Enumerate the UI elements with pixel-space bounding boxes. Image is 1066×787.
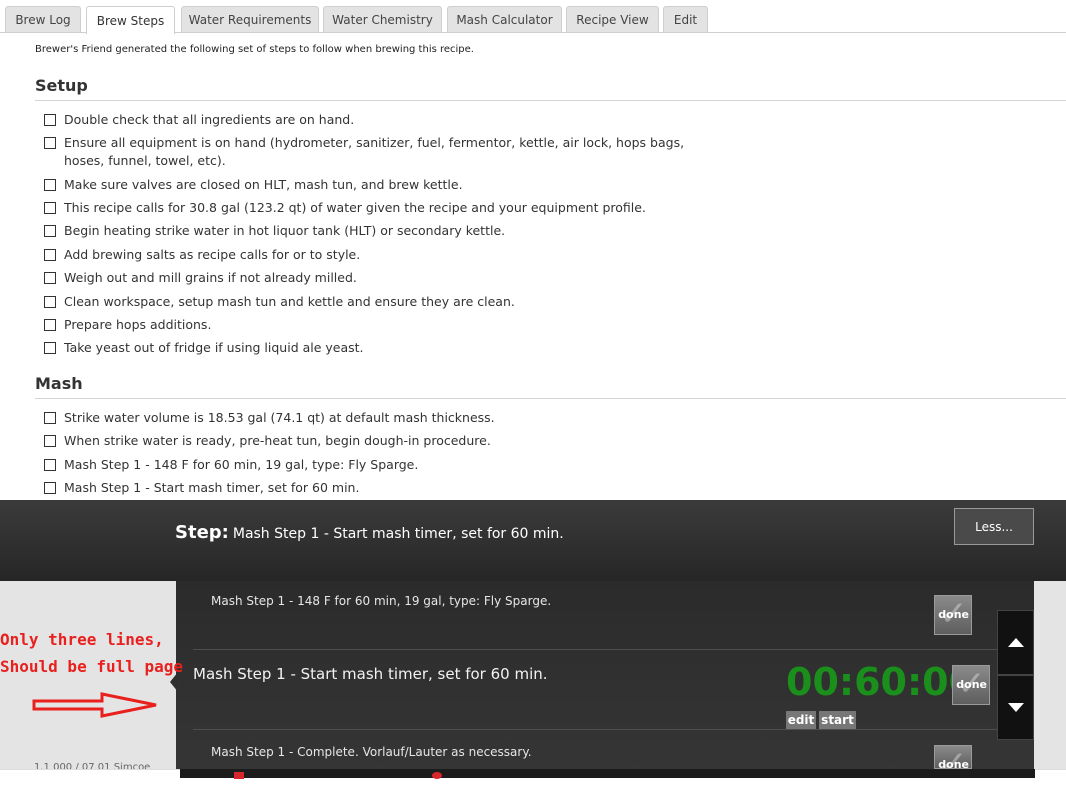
- step-item: Begin heating strike water in hot liquor…: [44, 222, 714, 240]
- tab-edit[interactable]: Edit: [663, 6, 708, 33]
- step-checkbox[interactable]: [44, 459, 56, 471]
- tab-bar: Brew Log Brew Steps Water Requirements W…: [0, 0, 1066, 34]
- step-text: Begin heating strike water in hot liquor…: [64, 223, 506, 238]
- step-banner-text: Mash Step 1 - Start mash timer, set for …: [232, 526, 564, 542]
- section-divider: [35, 100, 1066, 101]
- step-item: This recipe calls for 30.8 gal (123.2 qt…: [44, 199, 714, 217]
- done-label: done: [938, 758, 969, 769]
- annotation-line-1: Only three lines,: [0, 630, 164, 649]
- app-icon[interactable]: [432, 772, 442, 779]
- step-label: Step:: [175, 522, 229, 543]
- step-item: Prepare hops additions.: [44, 316, 714, 334]
- step-item: Add brewing salts as recipe calls for or…: [44, 246, 714, 264]
- step-checkbox[interactable]: [44, 482, 56, 494]
- arrow-up-icon: [1007, 638, 1024, 647]
- step-text: Prepare hops additions.: [64, 317, 212, 332]
- step-divider: [193, 729, 1031, 730]
- arrow-right-icon: [32, 692, 157, 718]
- previous-step: Mash Step 1 - 148 F for 60 min, 19 gal, …: [211, 594, 552, 608]
- step-checkbox[interactable]: [44, 296, 56, 308]
- step-item: Clean workspace, setup mash tun and kett…: [44, 293, 714, 311]
- next-step: Mash Step 1 - Complete. Vorlauf/Lauter a…: [211, 745, 532, 759]
- next-step-button[interactable]: [997, 675, 1034, 740]
- step-checkbox[interactable]: [44, 319, 56, 331]
- tab-brew-log[interactable]: Brew Log: [5, 6, 81, 33]
- start-timer-button[interactable]: start: [819, 711, 856, 729]
- step-item: Weigh out and mill grains if not already…: [44, 269, 714, 287]
- step-text: Take yeast out of fridge if using liquid…: [64, 340, 364, 355]
- step-text: Double check that all ingredients are on…: [64, 112, 355, 127]
- step-checkbox[interactable]: [44, 114, 56, 126]
- step-item: Ensure all equipment is on hand (hydrome…: [44, 134, 714, 170]
- step-text: Mash Step 1 - Start mash timer, set for …: [64, 480, 360, 495]
- step-checkbox[interactable]: [44, 272, 56, 284]
- step-item: Strike water volume is 18.53 gal (74.1 q…: [44, 409, 714, 427]
- tab-recipe-view[interactable]: Recipe View: [566, 6, 659, 33]
- mash-timer: 00:60:00: [786, 660, 976, 704]
- step-checkbox[interactable]: [44, 249, 56, 261]
- step-item: Mash Step 1 - Start mash timer, set for …: [44, 479, 714, 497]
- intro-text: Brewer's Friend generated the following …: [35, 44, 474, 55]
- step-text: Ensure all equipment is on hand (hydrome…: [64, 135, 685, 168]
- app-icon[interactable]: [234, 772, 244, 779]
- step-text: Make sure valves are closed on HLT, mash…: [64, 177, 463, 192]
- step-item: Mash Step 1 - 148 F for 60 min, 19 gal, …: [44, 456, 714, 474]
- step-text: Clean workspace, setup mash tun and kett…: [64, 294, 515, 309]
- step-checkbox[interactable]: [44, 435, 56, 447]
- current-step: Mash Step 1 - Start mash timer, set for …: [193, 665, 548, 683]
- step-divider: [193, 649, 1031, 650]
- step-text: Strike water volume is 18.53 gal (74.1 q…: [64, 410, 495, 425]
- step-checkbox[interactable]: [44, 412, 56, 424]
- tab-mash-calculator[interactable]: Mash Calculator: [447, 6, 562, 33]
- step-text: This recipe calls for 30.8 gal (123.2 qt…: [64, 200, 646, 215]
- previous-step-button[interactable]: [997, 610, 1034, 675]
- step-item: Take yeast out of fridge if using liquid…: [44, 339, 714, 357]
- step-checkbox[interactable]: [44, 342, 56, 354]
- taskbar-strip: [180, 769, 1035, 778]
- step-text: Mash Step 1 - 148 F for 60 min, 19 gal, …: [64, 457, 419, 472]
- step-checkbox[interactable]: [44, 225, 56, 237]
- step-item: Make sure valves are closed on HLT, mash…: [44, 176, 714, 194]
- tab-water-chemistry[interactable]: Water Chemistry: [323, 6, 442, 33]
- right-margin: [1034, 581, 1066, 769]
- step-checkbox[interactable]: [44, 179, 56, 191]
- done-label: done: [938, 608, 969, 621]
- edit-timer-button[interactable]: edit: [786, 711, 816, 729]
- annotation-line-2: Should be full page: [0, 657, 184, 676]
- step-text: Weigh out and mill grains if not already…: [64, 270, 357, 285]
- step-checkbox[interactable]: [44, 202, 56, 214]
- current-step-banner: Step: Mash Step 1 - Start mash timer, set…: [175, 522, 564, 543]
- done-label: done: [956, 678, 987, 691]
- step-text: When strike water is ready, pre-heat tun…: [64, 433, 491, 448]
- done-button-next[interactable]: ✓ done: [934, 745, 972, 769]
- less-button[interactable]: Less...: [954, 508, 1034, 545]
- step-text: Add brewing salts as recipe calls for or…: [64, 247, 361, 262]
- section-title-setup: Setup: [35, 76, 88, 95]
- done-button-previous[interactable]: ✓ done: [934, 595, 972, 635]
- done-button-current[interactable]: ✓ done: [952, 665, 990, 705]
- tab-water-requirements[interactable]: Water Requirements: [181, 6, 319, 33]
- section-title-mash: Mash: [35, 374, 83, 393]
- step-checkbox[interactable]: [44, 137, 56, 149]
- step-item: Double check that all ingredients are on…: [44, 111, 714, 129]
- tab-brew-steps[interactable]: Brew Steps: [86, 6, 175, 34]
- step-item: When strike water is ready, pre-heat tun…: [44, 432, 714, 450]
- section-divider: [35, 398, 1066, 399]
- arrow-down-icon: [1007, 703, 1024, 712]
